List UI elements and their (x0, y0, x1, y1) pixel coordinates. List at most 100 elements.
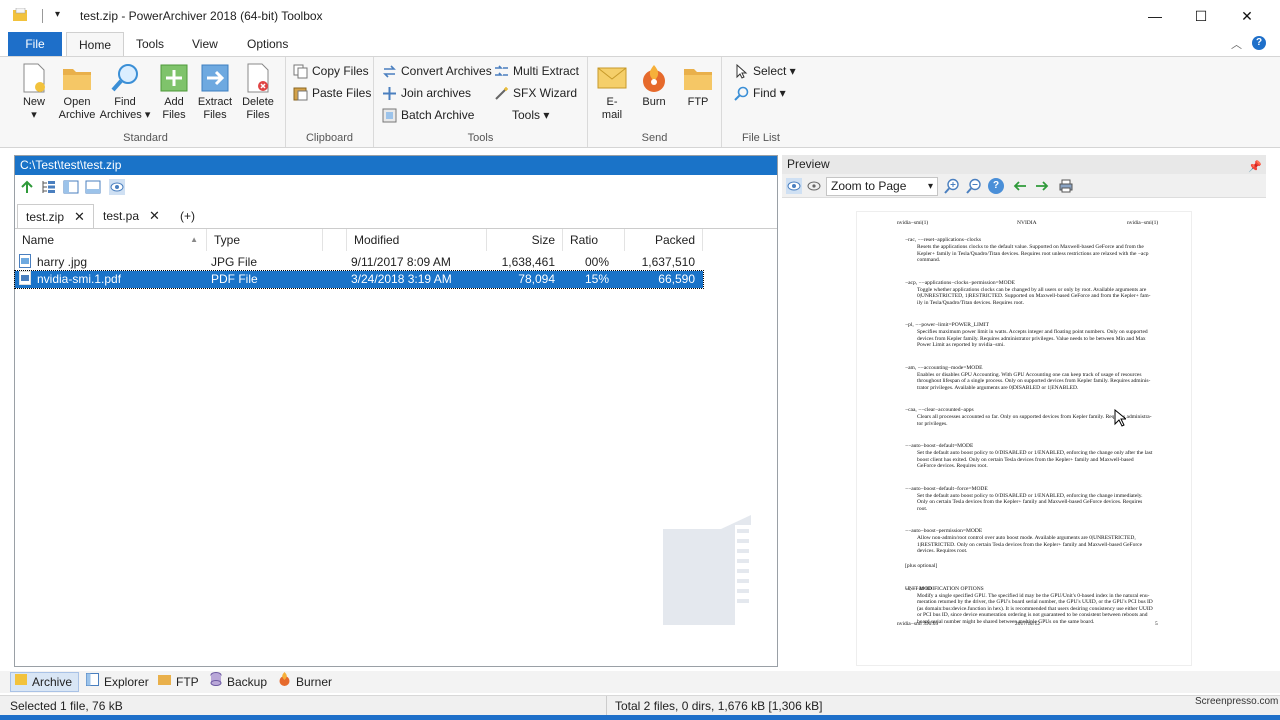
preview-toggle-icon[interactable] (109, 179, 125, 195)
page-section-line: GeForce devices. Requires root. (917, 463, 988, 469)
quick-access-separator (42, 9, 43, 23)
sort-ascending-icon: ▲ (190, 235, 198, 244)
email-button[interactable]: E- mail (594, 63, 630, 122)
page-section-heading: −acp, −−applications−clocks−permission=M… (905, 279, 1015, 286)
fit-page-help-icon[interactable]: ? (988, 178, 1004, 194)
print-icon[interactable] (1058, 178, 1074, 194)
find-dropdown[interactable]: Find ▾ (734, 83, 786, 103)
add-files-icon (159, 63, 189, 93)
convert-archives-button[interactable]: Convert Archives (382, 61, 492, 81)
collapse-ribbon-icon[interactable]: ︿ (1231, 36, 1242, 52)
close-tab-icon[interactable]: ✕ (149, 204, 160, 228)
close-tab-icon[interactable]: ✕ (74, 205, 85, 229)
tools-dropdown[interactable]: Tools ▾ (512, 105, 549, 125)
table-row[interactable]: harry .jpg JPG File 9/11/2017 8:09 AM 1,… (15, 254, 703, 271)
column-type[interactable]: Type (207, 229, 323, 251)
doc-tab-test-pa[interactable]: test.pa ✕ (95, 204, 168, 228)
copy-icon (293, 64, 308, 79)
column-name[interactable]: Name ▲ (15, 229, 207, 251)
column-packed[interactable]: Packed (625, 229, 703, 251)
delete-files-button[interactable]: Delete Files (236, 63, 280, 122)
select-dropdown[interactable]: Select ▾ (734, 61, 796, 81)
quick-access-dropdown-icon[interactable]: ▾ (55, 9, 60, 20)
doc-tab-test-zip[interactable]: test.zip ✕ (17, 204, 94, 228)
paste-files-button[interactable]: Paste Files (293, 83, 371, 103)
add-files-button[interactable]: Add Files (154, 63, 194, 122)
up-folder-icon[interactable] (19, 179, 35, 195)
group-clipboard: Copy Files Paste Files Clipboard (286, 57, 374, 147)
page-section-heading: −−auto−boost−default−force=MODE (905, 485, 988, 492)
column-size[interactable]: Size (487, 229, 563, 251)
page-section-line: command. (917, 257, 941, 263)
zoom-select[interactable]: Zoom to Page ▾ (826, 177, 938, 196)
tab-archive[interactable]: Archive (10, 672, 80, 692)
tab-options[interactable]: Options (235, 32, 300, 56)
page-section-line: root. (917, 505, 928, 512)
eye-filled-icon[interactable] (786, 178, 802, 194)
new-button[interactable]: New ▾ (12, 63, 56, 122)
minimize-button[interactable]: — (1132, 0, 1178, 32)
path-bar[interactable]: C:\Test\test\test.zip (15, 156, 777, 175)
find-archives-button[interactable]: Find Archives ▾ (98, 63, 152, 122)
new-tab-button[interactable]: (+) (172, 204, 203, 228)
next-page-icon[interactable] (1034, 178, 1050, 194)
folders-pane-icon[interactable] (63, 179, 79, 195)
batch-icon (382, 108, 397, 123)
tree-view-icon[interactable] (41, 179, 57, 195)
page-section-line: board serial number might be shared betw… (917, 618, 1095, 625)
page-section-heading: −rac, −−reset−applications−clocks (905, 237, 981, 243)
tab-tools[interactable]: Tools (124, 32, 176, 56)
column-modified[interactable]: Modified (347, 229, 487, 251)
tab-view[interactable]: View (180, 32, 230, 56)
page-subhead: UNIT MODIFICATION OPTIONS (905, 586, 984, 592)
page-footer-right: 5 (1155, 621, 1158, 627)
page-footer-left: nvidia−smi 390.09 (897, 621, 939, 627)
group-send: E- mail Burn FTP Send (588, 57, 722, 147)
join-archives-button[interactable]: Join archives (382, 83, 471, 103)
page-section-line: Power Limit as reported by nvidia−smi. (917, 342, 1005, 348)
tab-ftp[interactable]: FTP (154, 672, 205, 692)
page-section-line: trator privileges. Available arguments a… (917, 384, 1079, 391)
tab-burner[interactable]: Burner (274, 672, 338, 692)
eye-outline-icon[interactable] (806, 178, 822, 194)
close-button[interactable]: ✕ (1224, 0, 1270, 32)
explorer-icon (86, 672, 99, 692)
page-footer-center: 2017/12/12 (1015, 621, 1041, 627)
burn-icon (639, 63, 669, 93)
bottom-pane-icon[interactable] (85, 179, 101, 195)
ftp-icon (158, 672, 171, 692)
wand-icon (494, 86, 509, 101)
group-label-send: Send (641, 132, 668, 144)
multi-extract-button[interactable]: Multi Extract (494, 61, 579, 81)
multi-extract-icon (494, 64, 509, 79)
table-row[interactable]: nvidia-smi.1.pdf PDF File 3/24/2018 3:19… (14, 270, 704, 289)
extract-files-button[interactable]: Extract Files (194, 63, 236, 122)
burn-button[interactable]: Burn (634, 63, 674, 109)
page-header-center: NVIDIA (1017, 220, 1037, 226)
tab-backup[interactable]: Backup (206, 672, 273, 692)
document-tabs: test.zip ✕ test.pa ✕ (+) (15, 202, 777, 228)
copy-files-button[interactable]: Copy Files (293, 61, 369, 81)
previous-page-icon[interactable] (1012, 178, 1028, 194)
batch-archive-button[interactable]: Batch Archive (382, 105, 474, 125)
column-ratio[interactable]: Ratio (563, 229, 625, 251)
sfx-wizard-button[interactable]: SFX Wizard (494, 83, 577, 103)
preview-header: Preview 📌 (782, 155, 1266, 174)
open-archive-button[interactable]: Open Archive (56, 63, 98, 122)
help-icon[interactable]: ? (1252, 36, 1266, 50)
convert-icon (382, 64, 397, 79)
column-spacer (323, 229, 347, 251)
zoom-out-icon[interactable] (966, 178, 982, 194)
ribbon-tab-bar: File Home Tools View Options ︿ ? (0, 32, 1280, 56)
tab-home[interactable]: Home (66, 32, 125, 56)
maximize-button[interactable]: ☐ (1178, 0, 1224, 32)
zoom-in-icon[interactable] (944, 178, 960, 194)
tab-explorer[interactable]: Explorer (82, 672, 155, 692)
paste-icon (293, 86, 308, 101)
ftp-button[interactable]: FTP (678, 63, 718, 109)
tab-file[interactable]: File (8, 32, 62, 56)
page-section-heading: −−auto−boost−permission=MODE (905, 528, 983, 534)
ribbon: New ▾ Open Archive Find Archives ▾ Add F… (0, 56, 1280, 148)
archive-pane: C:\Test\test\test.zip test.zip ✕ test.pa… (14, 155, 778, 667)
page-section-heading: [plus optional] (905, 562, 938, 569)
